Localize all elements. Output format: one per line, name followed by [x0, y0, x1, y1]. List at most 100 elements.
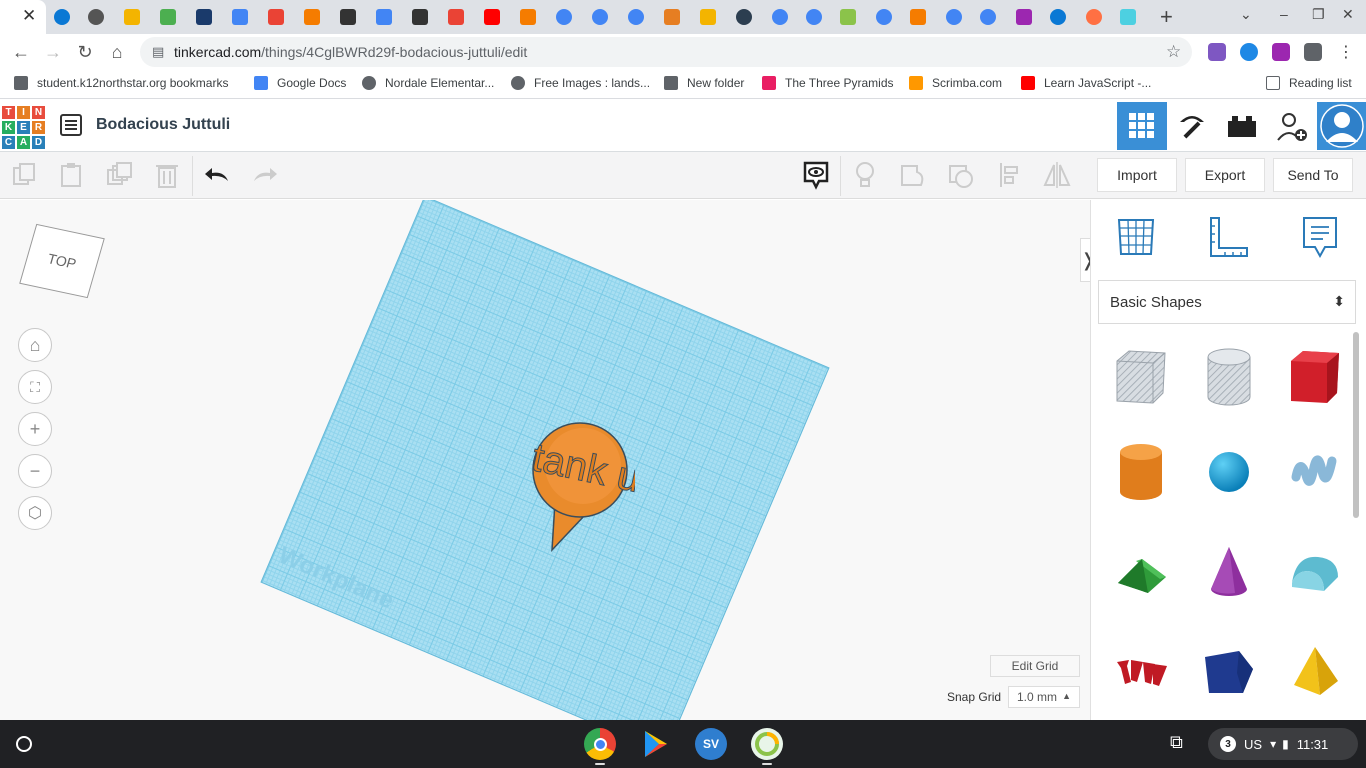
shape-category-select[interactable]: Basic Shapes ⬍	[1098, 280, 1356, 324]
tab-onedrive[interactable]	[50, 5, 74, 29]
snap-grid-select[interactable]: 1.0 mm ▲	[1008, 686, 1080, 708]
tab-slides[interactable]	[696, 5, 720, 29]
home-button[interactable]: ⌂	[106, 41, 128, 63]
perspective-button[interactable]: ⬡	[18, 496, 52, 530]
tab-generic[interactable]	[84, 5, 108, 29]
notes-tool-button[interactable]	[1297, 214, 1343, 260]
tab-tools[interactable]	[300, 5, 324, 29]
zoom-out-button[interactable]: −	[18, 454, 52, 488]
holding-space-icon[interactable]: ⧉	[1170, 732, 1194, 756]
tab-tools-2[interactable]	[516, 5, 540, 29]
blocks-mode-button[interactable]	[1167, 102, 1217, 150]
fit-view-button[interactable]: ⛶	[18, 370, 52, 404]
tab-teal[interactable]	[1116, 5, 1140, 29]
tab-google-7[interactable]	[942, 5, 966, 29]
duplicate-button[interactable]	[104, 160, 134, 190]
bookmark-item[interactable]: Google Docs	[254, 76, 346, 90]
send-to-button[interactable]: Send To	[1273, 158, 1353, 192]
hint-button[interactable]	[850, 160, 880, 190]
shape-round-roof[interactable]	[1285, 540, 1345, 604]
home-view-button[interactable]: ⌂	[18, 328, 52, 362]
view-cube[interactable]: TOP	[19, 223, 105, 299]
tab-google-6[interactable]	[872, 5, 896, 29]
bookmark-item[interactable]: Learn JavaScript -...	[1021, 76, 1151, 90]
tab-color[interactable]	[1012, 5, 1036, 29]
timer-app-icon[interactable]	[751, 728, 783, 760]
tab-google-3[interactable]	[624, 5, 648, 29]
tab-orange[interactable]	[660, 5, 684, 29]
zoom-in-button[interactable]: +	[18, 412, 52, 446]
shape-pyramid[interactable]	[1285, 640, 1345, 704]
copy-button[interactable]	[10, 160, 40, 190]
notes-button[interactable]	[801, 160, 831, 190]
tab-google-8[interactable]	[976, 5, 1000, 29]
shape-cylinder-hole[interactable]	[1199, 345, 1259, 409]
more-menu-icon[interactable]: ⋮	[1338, 42, 1354, 62]
shape-roof[interactable]	[1111, 540, 1171, 604]
group-button[interactable]	[898, 160, 928, 190]
bookmark-star-icon[interactable]: ☆	[1166, 42, 1181, 62]
tab-classroom[interactable]	[336, 5, 360, 29]
bricks-mode-button[interactable]	[1217, 102, 1267, 150]
back-button[interactable]: ←	[10, 41, 32, 63]
bookmark-item[interactable]: The Three Pyramids	[762, 76, 894, 90]
tab-google-4[interactable]	[768, 5, 792, 29]
shape-box-hole[interactable]	[1111, 345, 1171, 409]
status-tray[interactable]: 3 US ▾ ▮ 11:31	[1208, 728, 1358, 760]
shape-text[interactable]	[1111, 640, 1171, 704]
tab-search-button[interactable]: ⌄	[1240, 6, 1252, 23]
delete-button[interactable]	[152, 160, 182, 190]
extension-icon[interactable]	[1240, 43, 1258, 61]
workspace-canvas[interactable]: Workplane tank u TOP ⌂ ⛶ + − ⬡ Edit Grid…	[0, 200, 1090, 720]
shape-prism[interactable]	[1199, 640, 1259, 704]
tab-google-2[interactable]	[588, 5, 612, 29]
tab-docs-2[interactable]	[372, 5, 396, 29]
invite-user-button[interactable]	[1267, 102, 1317, 150]
shape-box[interactable]	[1285, 345, 1345, 409]
puzzle-icon[interactable]	[1304, 43, 1322, 61]
site-info-icon[interactable]: ▤	[152, 44, 164, 60]
ruler-tool-button[interactable]	[1205, 214, 1251, 260]
tab-box[interactable]	[156, 5, 180, 29]
shape-cone[interactable]	[1199, 540, 1259, 604]
edit-grid-button[interactable]: Edit Grid	[990, 655, 1080, 677]
bookmark-item[interactable]: Free Images : lands...	[511, 76, 650, 90]
shape-cylinder[interactable]	[1111, 440, 1171, 504]
tab-shield[interactable]	[120, 5, 144, 29]
import-button[interactable]: Import	[1097, 158, 1177, 192]
bookmark-item[interactable]: student.k12northstar.org bookmarks	[14, 76, 228, 90]
tab-onedrive-2[interactable]	[1046, 5, 1070, 29]
design-list-button[interactable]	[60, 114, 82, 136]
launcher-icon[interactable]	[16, 736, 32, 752]
align-button[interactable]	[996, 160, 1026, 190]
3d-design-view-button[interactable]	[1117, 102, 1167, 150]
bookmark-item[interactable]: Nordale Elementar...	[362, 76, 494, 90]
mirror-button[interactable]	[1042, 160, 1072, 190]
minimize-button[interactable]: –	[1280, 6, 1288, 22]
tab-tools-3[interactable]	[906, 5, 930, 29]
active-tab[interactable]: ✕	[0, 0, 46, 34]
address-bar[interactable]: ▤ tinkercad.com/things/4CglBWRd29f-bodac…	[140, 37, 1192, 67]
close-tab-icon[interactable]: ✕	[22, 6, 36, 26]
sv-app-icon[interactable]: SV	[695, 728, 727, 760]
forward-button[interactable]: →	[42, 41, 64, 63]
export-button[interactable]: Export	[1185, 158, 1265, 192]
shape-sphere[interactable]	[1199, 440, 1259, 504]
tab-classroom-2[interactable]	[408, 5, 432, 29]
reading-list-button[interactable]: Reading list	[1266, 76, 1352, 90]
tab-google-5[interactable]	[802, 5, 826, 29]
restore-button[interactable]: ❐	[1312, 6, 1325, 23]
chrome-app-icon[interactable]	[584, 728, 616, 760]
tab-gmail-2[interactable]	[444, 5, 468, 29]
tab-docs[interactable]	[228, 5, 252, 29]
shape-scribble[interactable]	[1285, 440, 1345, 504]
tab-swirl[interactable]	[732, 5, 756, 29]
tab-google[interactable]	[552, 5, 576, 29]
design-title[interactable]: Bodacious Juttuli	[96, 116, 230, 134]
play-store-app-icon[interactable]	[640, 728, 672, 760]
tab-youtube[interactable]	[480, 5, 504, 29]
extension-icon[interactable]	[1208, 43, 1226, 61]
tab-w[interactable]	[836, 5, 860, 29]
tab-gmail[interactable]	[264, 5, 288, 29]
extension-icon[interactable]	[1272, 43, 1290, 61]
